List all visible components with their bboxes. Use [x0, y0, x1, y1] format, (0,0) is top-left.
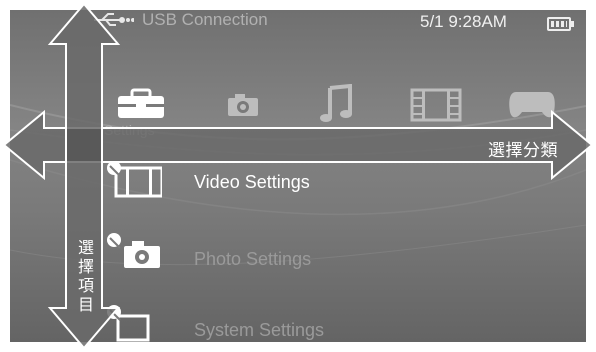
- select-item-label: 選 擇 項 目: [77, 238, 94, 314]
- select-category-label: 選擇分類: [488, 141, 558, 161]
